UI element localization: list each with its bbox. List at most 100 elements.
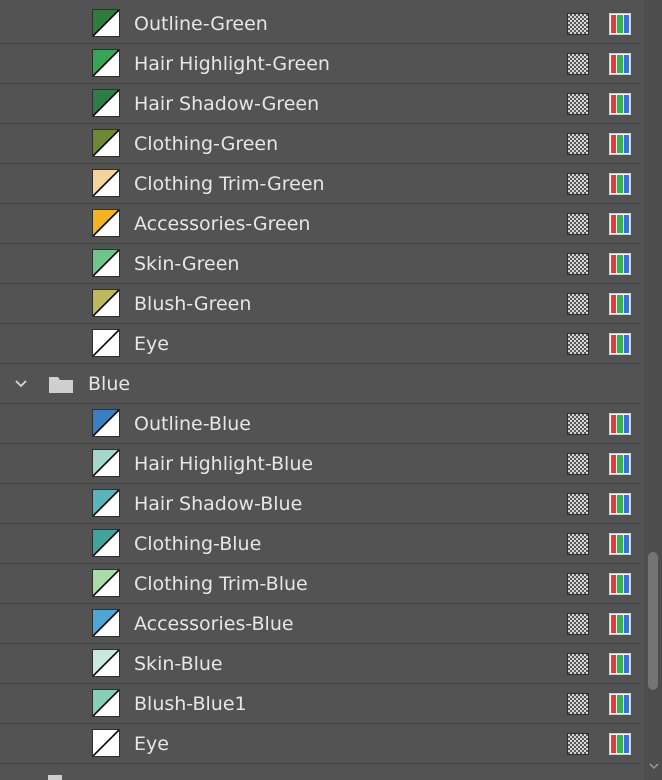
swatch-icon bbox=[92, 329, 120, 357]
swatch-row-accessories-blue[interactable]: Accessories-Blue bbox=[0, 604, 640, 644]
swatch-label: Accessories-Green bbox=[134, 213, 311, 235]
swatch-label: Clothing Trim-Green bbox=[134, 173, 325, 195]
swatch-icon bbox=[92, 609, 120, 637]
rgb-color-mode-icon bbox=[609, 493, 631, 515]
swatch-row-eye[interactable]: Eye bbox=[0, 724, 640, 764]
swatch-label: Blush-Green bbox=[134, 293, 252, 315]
swatch-row-clothing-trim-green[interactable]: Clothing Trim-Green bbox=[0, 164, 640, 204]
rgb-color-mode-icon bbox=[609, 573, 631, 595]
rgb-color-mode-icon bbox=[609, 533, 631, 555]
swatch-icon bbox=[92, 289, 120, 317]
swatch-row-outline-blue[interactable]: Outline-Blue bbox=[0, 404, 640, 444]
global-color-icon bbox=[567, 413, 589, 435]
global-color-icon bbox=[567, 213, 589, 235]
swatch-icon bbox=[92, 169, 120, 197]
swatch-icon bbox=[92, 529, 120, 557]
rgb-color-mode-icon bbox=[609, 653, 631, 675]
swatch-row-accessories-green[interactable]: Accessories-Green bbox=[0, 204, 640, 244]
chevron-down-icon[interactable] bbox=[12, 375, 30, 393]
rgb-color-mode-icon bbox=[609, 213, 631, 235]
swatch-row-hair-highlight-blue[interactable]: Hair Highlight-Blue bbox=[0, 444, 640, 484]
scrollbar[interactable] bbox=[644, 0, 662, 780]
swatch-label: Outline-Green bbox=[134, 13, 268, 35]
swatch-label: Skin-Blue bbox=[134, 653, 223, 675]
rgb-color-mode-icon bbox=[609, 13, 631, 35]
swatch-icon bbox=[92, 249, 120, 277]
swatch-icon bbox=[92, 209, 120, 237]
swatch-icon bbox=[92, 729, 120, 757]
rgb-color-mode-icon bbox=[609, 693, 631, 715]
global-color-icon bbox=[567, 293, 589, 315]
rgb-color-mode-icon bbox=[609, 133, 631, 155]
swatch-label: Hair Highlight-Green bbox=[134, 53, 330, 75]
swatch-row-skin-blue[interactable]: Skin-Blue bbox=[0, 644, 640, 684]
rgb-color-mode-icon bbox=[609, 333, 631, 355]
global-color-icon bbox=[567, 93, 589, 115]
partial-row bbox=[0, 768, 640, 780]
swatch-icon bbox=[92, 649, 120, 677]
swatch-list: Outline-Green Hair Highlight-Green Hair … bbox=[0, 4, 640, 764]
swatch-label: Accessories-Blue bbox=[134, 613, 294, 635]
global-color-icon bbox=[567, 453, 589, 475]
rgb-color-mode-icon bbox=[609, 293, 631, 315]
swatch-row-clothing-trim-blue[interactable]: Clothing Trim-Blue bbox=[0, 564, 640, 604]
color-group-row[interactable]: Blue bbox=[0, 364, 640, 404]
swatch-icon bbox=[92, 489, 120, 517]
swatch-row-hair-shadow-green[interactable]: Hair Shadow-Green bbox=[0, 84, 640, 124]
swatch-row-outline-green[interactable]: Outline-Green bbox=[0, 4, 640, 44]
swatch-label: Skin-Green bbox=[134, 253, 240, 275]
global-color-icon bbox=[567, 173, 589, 195]
global-color-icon bbox=[567, 133, 589, 155]
swatch-icon bbox=[92, 449, 120, 477]
global-color-icon bbox=[567, 333, 589, 355]
swatch-label: Outline-Blue bbox=[134, 413, 251, 435]
swatch-row-eye[interactable]: Eye bbox=[0, 324, 640, 364]
swatch-icon bbox=[92, 409, 120, 437]
swatch-row-hair-highlight-green[interactable]: Hair Highlight-Green bbox=[0, 44, 640, 84]
rgb-color-mode-icon bbox=[609, 53, 631, 75]
rgb-color-mode-icon bbox=[609, 413, 631, 435]
swatch-row-skin-green[interactable]: Skin-Green bbox=[0, 244, 640, 284]
global-color-icon bbox=[567, 653, 589, 675]
swatch-label: Hair Shadow-Green bbox=[134, 93, 320, 115]
swatch-icon bbox=[92, 129, 120, 157]
swatch-row-clothing-blue[interactable]: Clothing-Blue bbox=[0, 524, 640, 564]
swatch-row-hair-shadow-blue[interactable]: Hair Shadow-Blue bbox=[0, 484, 640, 524]
swatch-row-clothing-green[interactable]: Clothing-Green bbox=[0, 124, 640, 164]
swatch-label: Blush-Blue1 bbox=[134, 693, 247, 715]
rgb-color-mode-icon bbox=[609, 733, 631, 755]
global-color-icon bbox=[567, 253, 589, 275]
swatches-panel: Outline-Green Hair Highlight-Green Hair … bbox=[0, 0, 662, 780]
swatch-label: Clothing-Blue bbox=[134, 533, 262, 555]
rgb-color-mode-icon bbox=[609, 613, 631, 635]
swatch-label: Hair Highlight-Blue bbox=[134, 453, 314, 475]
global-color-icon bbox=[567, 693, 589, 715]
global-color-icon bbox=[567, 573, 589, 595]
scrollbar-thumb[interactable] bbox=[648, 552, 658, 690]
swatch-icon bbox=[92, 9, 120, 37]
rgb-color-mode-icon bbox=[609, 253, 631, 275]
global-color-icon bbox=[567, 53, 589, 75]
swatch-icon bbox=[92, 89, 120, 117]
swatch-row-blush-blue1[interactable]: Blush-Blue1 bbox=[0, 684, 640, 724]
global-color-icon bbox=[567, 13, 589, 35]
swatch-icon bbox=[92, 689, 120, 717]
global-color-icon bbox=[567, 533, 589, 555]
rgb-color-mode-icon bbox=[609, 453, 631, 475]
swatch-icon bbox=[92, 569, 120, 597]
swatch-label: Eye bbox=[134, 333, 169, 355]
swatch-label: Eye bbox=[134, 733, 169, 755]
rgb-color-mode-icon bbox=[609, 93, 631, 115]
folder-icon bbox=[49, 377, 73, 393]
swatch-label: Clothing-Green bbox=[134, 133, 279, 155]
rgb-color-mode-icon bbox=[609, 173, 631, 195]
swatch-icon bbox=[92, 49, 120, 77]
global-color-icon bbox=[567, 493, 589, 515]
swatch-label: Clothing Trim-Blue bbox=[134, 573, 308, 595]
global-color-icon bbox=[567, 733, 589, 755]
color-group-label: Blue bbox=[88, 373, 131, 395]
scroll-down-icon[interactable] bbox=[648, 760, 660, 772]
swatch-row-blush-green[interactable]: Blush-Green bbox=[0, 284, 640, 324]
swatch-label: Hair Shadow-Blue bbox=[134, 493, 303, 515]
global-color-icon bbox=[567, 613, 589, 635]
